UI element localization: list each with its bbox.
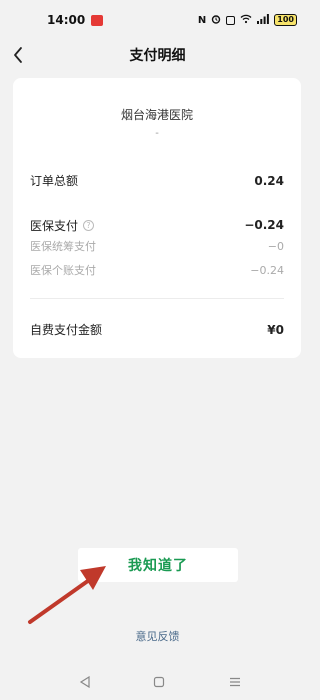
- nav-header: 支付明细: [0, 40, 315, 70]
- nav-home-icon[interactable]: [150, 673, 168, 691]
- hd-icon: [226, 15, 236, 25]
- nfc-icon: N: [197, 14, 207, 26]
- nav-back-icon[interactable]: [76, 673, 94, 691]
- signal-icon: [257, 13, 270, 27]
- insurance-pool-label: 医保统筹支付: [30, 240, 96, 253]
- insurance-row: 医保支付? −0.24: [30, 215, 284, 234]
- order-total-value: 0.24: [254, 173, 284, 188]
- notification-icon: [91, 14, 104, 26]
- nav-menu-icon[interactable]: [226, 673, 244, 691]
- alarm-icon: [211, 14, 221, 27]
- insurance-personal-label: 医保个账支付: [30, 264, 96, 277]
- insurance-label: 医保支付: [30, 219, 79, 233]
- status-left: 14:00: [0, 13, 104, 27]
- insurance-pool-row: 医保统筹支付 −0: [30, 238, 284, 254]
- insurance-pool-value: −0: [267, 239, 284, 253]
- insurance-label-wrap: 医保支付?: [30, 215, 95, 234]
- help-icon[interactable]: ?: [83, 220, 95, 231]
- insurance-personal-row: 医保个账支付 −0.24: [30, 262, 284, 278]
- wifi-icon: [240, 14, 252, 27]
- feedback-link[interactable]: 意见反馈: [0, 628, 315, 644]
- hospital-name: 烟台海港医院: [120, 108, 193, 122]
- status-right: N 100: [197, 13, 315, 27]
- battery-icon: 100: [274, 14, 297, 26]
- hospital-subtitle: -: [155, 128, 159, 139]
- insurance-personal-value: −0.24: [250, 263, 284, 277]
- order-total-row: 订单总额 0.24: [30, 172, 284, 189]
- status-time: 14:00: [47, 13, 86, 27]
- ok-button[interactable]: 我知道了: [78, 548, 238, 582]
- system-nav-bar: [0, 665, 315, 700]
- status-bar: 14:00 N 100: [0, 0, 315, 40]
- order-total-label: 订单总额: [30, 174, 79, 188]
- insurance-value: −0.24: [244, 217, 284, 232]
- card-content: 烟台海港医院 - 订单总额 0.24 医保支付? −0.24 医保统筹支付 −0…: [13, 78, 301, 358]
- page-title: 支付明细: [129, 48, 186, 64]
